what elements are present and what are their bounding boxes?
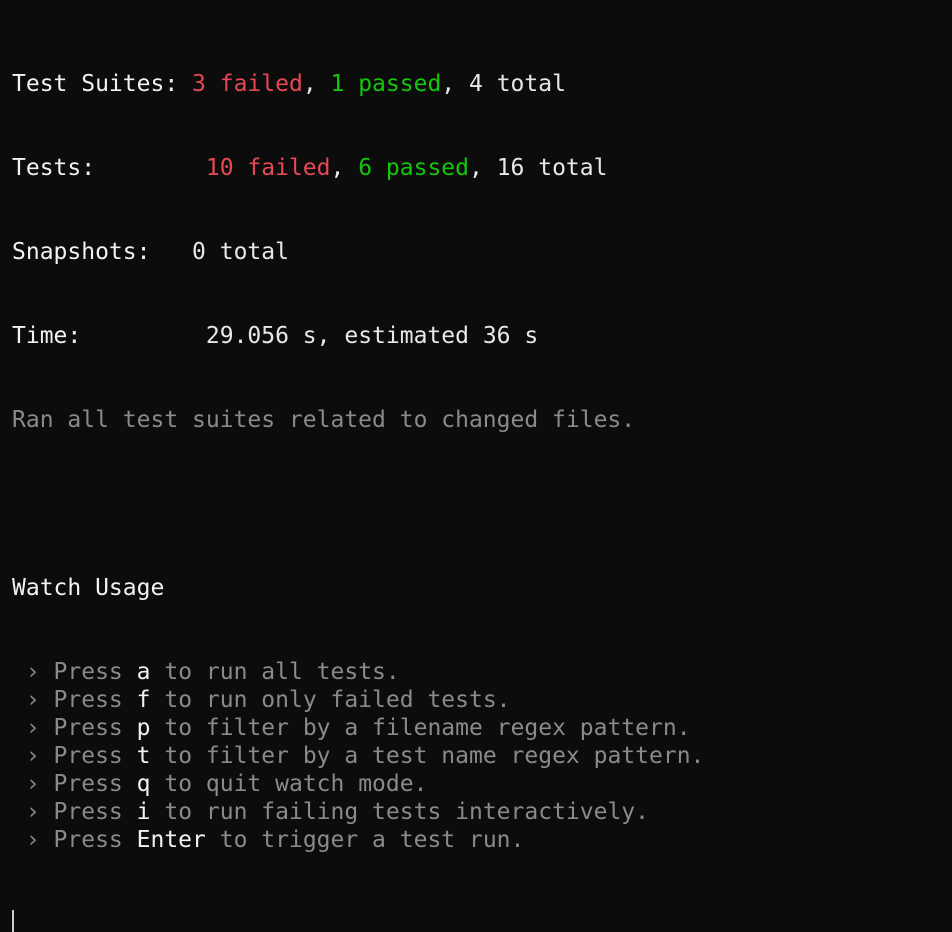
press-text: Press: [53, 659, 137, 685]
press-text: Press: [53, 715, 137, 741]
snapshots-line: Snapshots: 0 total: [12, 238, 952, 266]
watch-usage-item: › Press Enter to trigger a test run.: [12, 826, 952, 854]
watch-usage-list: › Press a to run all tests. › Press f to…: [12, 658, 952, 854]
test-suites-passed: 1 passed: [330, 71, 442, 97]
shortcut-description: to run all tests.: [150, 659, 400, 685]
watch-usage-item: › Press q to quit watch mode.: [12, 770, 952, 798]
snapshots-total: 0 total: [192, 239, 289, 265]
watch-usage-item: › Press p to filter by a filename regex …: [12, 714, 952, 742]
press-text: Press: [53, 799, 137, 825]
tests-failed: 10 failed: [205, 155, 331, 181]
shortcut-key: Enter: [136, 827, 206, 853]
watch-usage-item: › Press a to run all tests.: [12, 658, 952, 686]
shortcut-description: to run failing tests interactively.: [150, 799, 649, 825]
time-label: Time:: [12, 323, 82, 349]
separator: ,: [302, 71, 331, 97]
shortcut-description: to run only failed tests.: [150, 687, 511, 713]
prompt-line[interactable]: [12, 910, 952, 932]
ran-note: Ran all test suites related to changed f…: [12, 407, 636, 433]
separator: ,: [441, 71, 469, 97]
terminal-output[interactable]: Test Suites: 3 failed, 1 passed, 4 total…: [0, 0, 952, 932]
chevron-right-icon: ›: [12, 771, 54, 797]
separator: ,: [330, 155, 359, 181]
chevron-right-icon: ›: [12, 715, 54, 741]
shortcut-key: a: [136, 659, 151, 685]
shortcut-description: to quit watch mode.: [150, 771, 428, 797]
press-text: Press: [53, 771, 137, 797]
watch-usage-title: Watch Usage: [12, 575, 165, 601]
text-cursor: [12, 910, 14, 932]
tests-line: Tests: 10 failed, 6 passed, 16 total: [12, 154, 952, 182]
watch-usage-item: › Press f to run only failed tests.: [12, 686, 952, 714]
watch-usage-item: › Press i to run failing tests interacti…: [12, 798, 952, 826]
test-suites-failed: 3 failed: [192, 71, 303, 97]
time-value: 29.056 s, estimated 36 s: [205, 323, 539, 349]
tests-total: 16 total: [496, 155, 608, 181]
press-text: Press: [53, 687, 137, 713]
snapshots-label: Snapshots:: [12, 239, 151, 265]
chevron-right-icon: ›: [12, 743, 54, 769]
shortcut-description: to trigger a test run.: [205, 827, 525, 853]
chevron-right-icon: ›: [12, 799, 54, 825]
tests-label: Tests:: [12, 155, 96, 181]
shortcut-key: q: [136, 771, 151, 797]
time-line: Time: 29.056 s, estimated 36 s: [12, 322, 952, 350]
shortcut-key: i: [136, 799, 151, 825]
shortcut-key: f: [136, 687, 151, 713]
test-suites-label: Test Suites:: [12, 71, 179, 97]
test-suites-line: Test Suites: 3 failed, 1 passed, 4 total: [12, 70, 952, 98]
tests-passed: 6 passed: [358, 155, 469, 181]
shortcut-description: to filter by a filename regex pattern.: [150, 715, 691, 741]
press-text: Press: [53, 827, 137, 853]
press-text: Press: [53, 743, 137, 769]
chevron-right-icon: ›: [12, 687, 54, 713]
watch-usage-item: › Press t to filter by a test name regex…: [12, 742, 952, 770]
shortcut-key: p: [136, 715, 151, 741]
test-suites-total: 4 total: [469, 71, 566, 97]
shortcut-key: t: [136, 743, 151, 769]
chevron-right-icon: ›: [12, 659, 54, 685]
shortcut-description: to filter by a test name regex pattern.: [150, 743, 705, 769]
separator: ,: [468, 155, 497, 181]
chevron-right-icon: ›: [12, 827, 54, 853]
